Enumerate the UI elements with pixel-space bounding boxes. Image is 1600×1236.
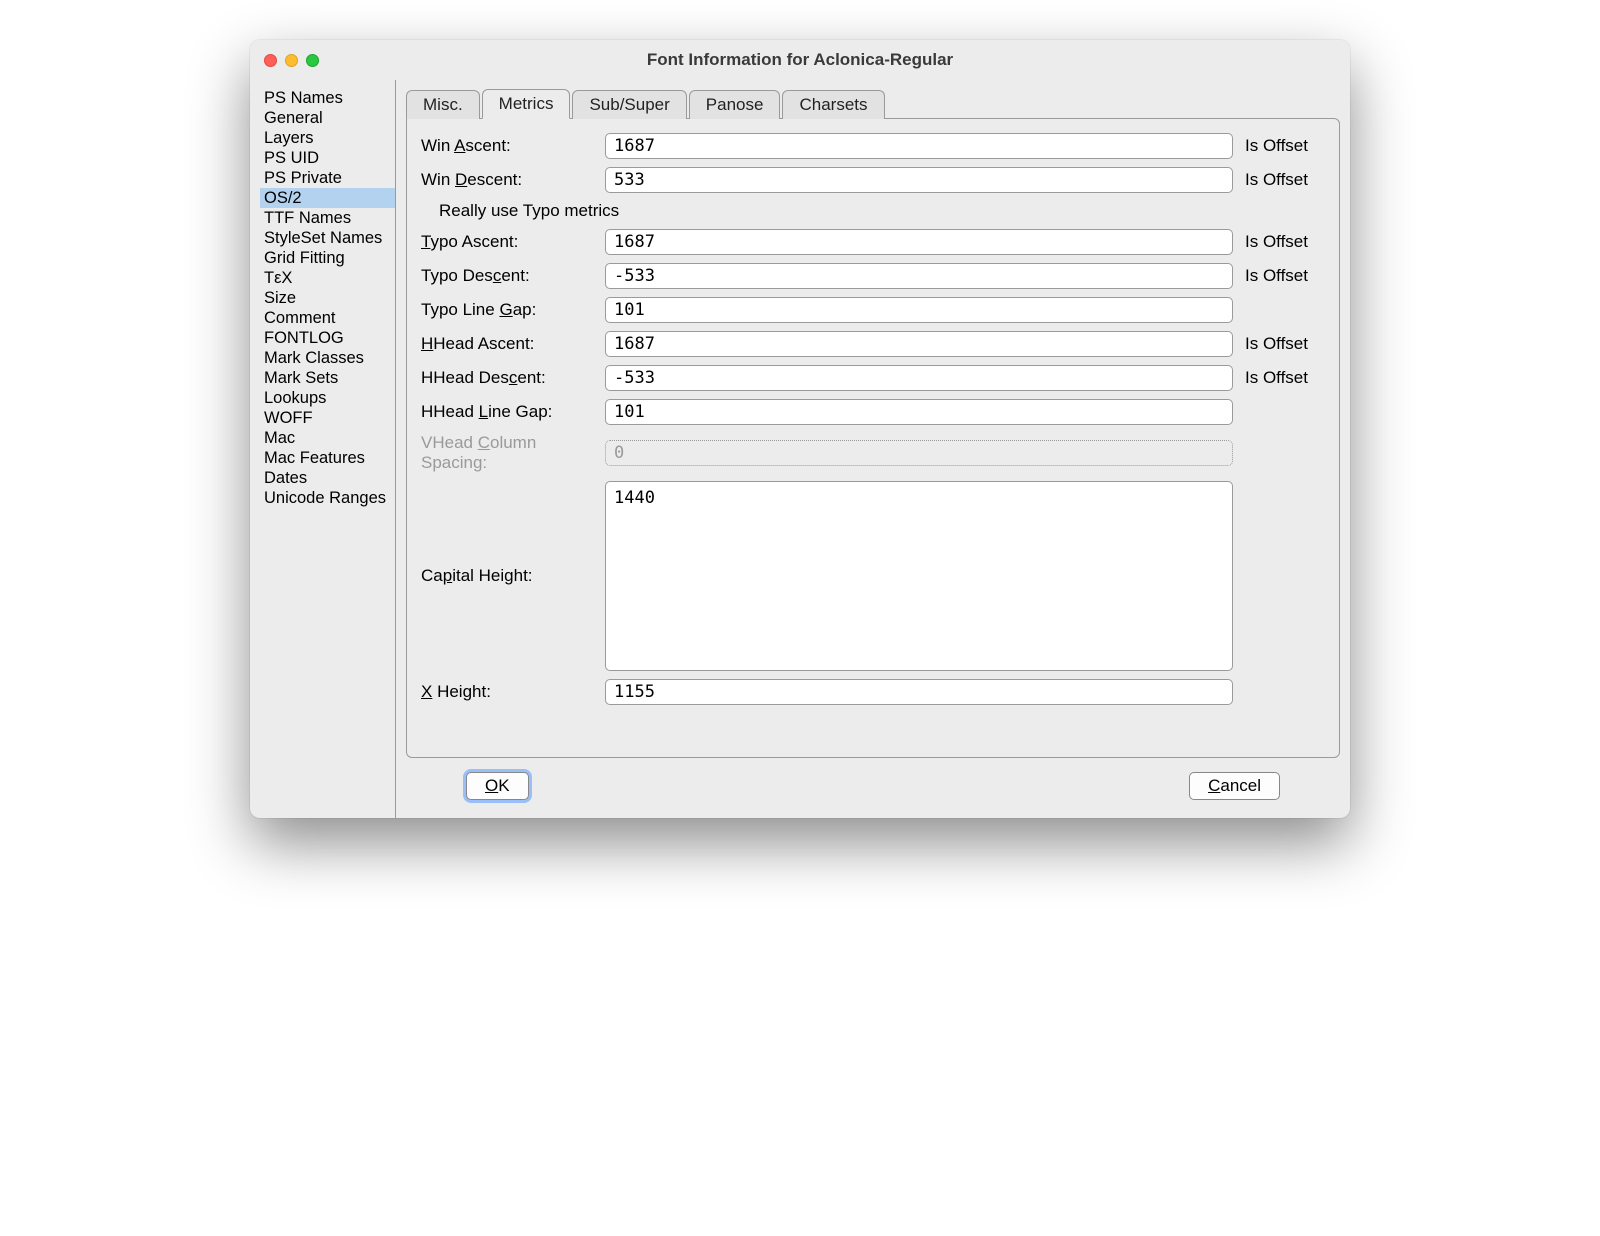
hhead-descent-input[interactable] [605,365,1233,391]
sidebar-item-mac-features[interactable]: Mac Features [260,448,395,468]
win-descent-label: Win Descent: [421,170,599,190]
sidebar-item-ps-uid[interactable]: PS UID [260,148,395,168]
really-use-typo-label: Really use Typo metrics [439,201,619,221]
typo-descent-input[interactable] [605,263,1233,289]
hhead-descent-offset-checkbox[interactable]: Is Offset [1245,368,1325,388]
x-height-input[interactable] [605,679,1233,705]
sidebar-item-fontlog[interactable]: FONTLOG [260,328,395,348]
minimize-icon[interactable] [285,54,298,67]
ok-button[interactable]: OK [466,772,529,800]
sidebar-item-lookups[interactable]: Lookups [260,388,395,408]
close-icon[interactable] [264,54,277,67]
sidebar-item-dates[interactable]: Dates [260,468,395,488]
sidebar-item-t-x[interactable]: TεX [260,268,395,288]
zoom-icon[interactable] [306,54,319,67]
sidebar-item-mark-sets[interactable]: Mark Sets [260,368,395,388]
hhead-ascent-label: HHead Ascent: [421,334,599,354]
capital-height-label: Capital Height: [421,481,599,671]
tab-panose[interactable]: Panose [689,90,781,119]
sidebar-item-general[interactable]: General [260,108,395,128]
sidebar-item-ttf-names[interactable]: TTF Names [260,208,395,228]
win-ascent-offset-checkbox[interactable]: Is Offset [1245,136,1325,156]
win-descent-input[interactable] [605,167,1233,193]
typo-line-gap-input[interactable] [605,297,1233,323]
tab-misc-[interactable]: Misc. [406,90,480,119]
hhead-line-gap-input[interactable] [605,399,1233,425]
really-use-typo-checkbox[interactable]: Really use Typo metrics [439,201,1325,221]
x-height-label: X Height: [421,682,599,702]
hhead-line-gap-label: HHead Line Gap: [421,402,599,422]
sidebar-item-grid-fitting[interactable]: Grid Fitting [260,248,395,268]
typo-ascent-label: Typo Ascent: [421,232,599,252]
typo-descent-label: Typo Descent: [421,266,599,286]
tab-sub-super[interactable]: Sub/Super [572,90,686,119]
sidebar-item-ps-private[interactable]: PS Private [260,168,395,188]
sidebar-item-unicode-ranges[interactable]: Unicode Ranges [260,488,395,508]
sidebar-item-os-2[interactable]: OS/2 [260,188,395,208]
sidebar-item-woff[interactable]: WOFF [260,408,395,428]
sidebar: PS NamesGeneralLayersPS UIDPS PrivateOS/… [250,80,396,818]
sidebar-item-ps-names[interactable]: PS Names [260,88,395,108]
typo-line-gap-label: Typo Line Gap: [421,300,599,320]
window-title: Font Information for Aclonica-Regular [250,50,1350,70]
metrics-panel: Win Ascent: Is Offset Win Descent: Is Of… [406,118,1340,758]
typo-descent-offset-checkbox[interactable]: Is Offset [1245,266,1325,286]
tab-strip: Misc.MetricsSub/SuperPanoseCharsets [406,88,1340,118]
font-info-window: Font Information for Aclonica-Regular PS… [250,40,1350,818]
sidebar-item-comment[interactable]: Comment [260,308,395,328]
tab-metrics[interactable]: Metrics [482,89,571,119]
tab-charsets[interactable]: Charsets [782,90,884,119]
capital-height-input[interactable]: 1440 [605,481,1233,671]
typo-ascent-offset-checkbox[interactable]: Is Offset [1245,232,1325,252]
hhead-descent-label: HHead Descent: [421,368,599,388]
sidebar-item-size[interactable]: Size [260,288,395,308]
sidebar-item-mark-classes[interactable]: Mark Classes [260,348,395,368]
vhead-col-spacing-input [605,440,1233,466]
win-ascent-label: Win Ascent: [421,136,599,156]
hhead-ascent-offset-checkbox[interactable]: Is Offset [1245,334,1325,354]
main-panel: Misc.MetricsSub/SuperPanoseCharsets Win … [396,80,1350,818]
sidebar-item-styleset-names[interactable]: StyleSet Names [260,228,395,248]
sidebar-item-layers[interactable]: Layers [260,128,395,148]
win-descent-offset-checkbox[interactable]: Is Offset [1245,170,1325,190]
dialog-footer: OK Cancel [406,758,1340,818]
typo-ascent-input[interactable] [605,229,1233,255]
sidebar-item-mac[interactable]: Mac [260,428,395,448]
win-ascent-input[interactable] [605,133,1233,159]
hhead-ascent-input[interactable] [605,331,1233,357]
titlebar: Font Information for Aclonica-Regular [250,40,1350,80]
vhead-col-spacing-label: VHead Column Spacing: [421,433,599,473]
cancel-button[interactable]: Cancel [1189,772,1280,800]
traffic-lights [264,54,319,67]
